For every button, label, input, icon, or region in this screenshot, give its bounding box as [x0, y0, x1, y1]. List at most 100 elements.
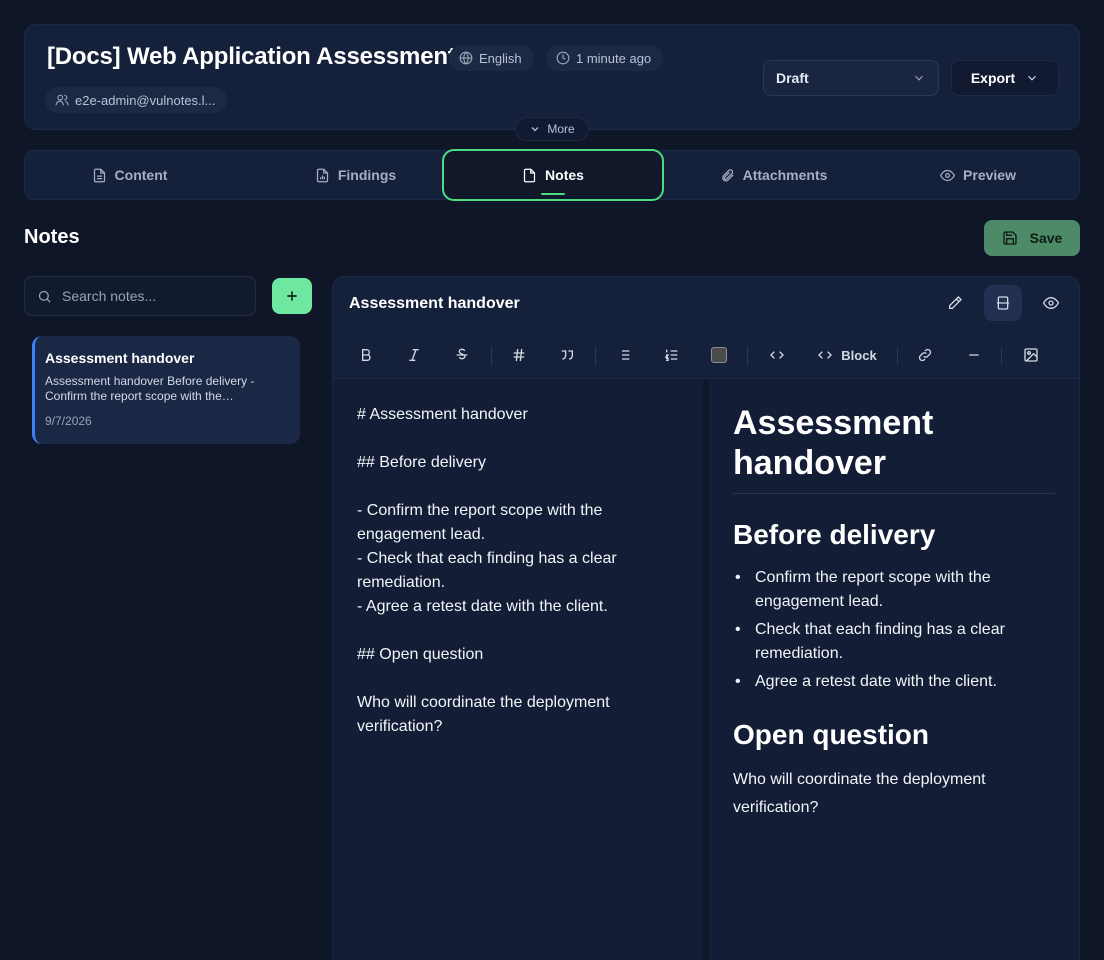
list-item: Confirm the report scope with the engage…: [733, 566, 1055, 614]
note-item-date: 9/7/2026: [45, 414, 92, 428]
numbered-list-button[interactable]: [656, 339, 688, 371]
clock-icon: [556, 51, 570, 65]
edit-mode-button[interactable]: [936, 285, 974, 321]
preview-heading-2: Before delivery: [733, 519, 936, 550]
inline-code-button[interactable]: [761, 339, 793, 371]
code-icon: [817, 347, 833, 363]
editor-title: Assessment handover: [349, 295, 520, 312]
heading-button[interactable]: [503, 339, 535, 371]
split-view-icon: [995, 295, 1011, 311]
tab-label: Content: [114, 167, 168, 183]
tab-findings[interactable]: Findings: [251, 151, 460, 199]
chevron-down-icon: [1025, 71, 1039, 85]
tab-label: Findings: [337, 167, 397, 183]
list-item: Agree a retest date with the client.: [733, 670, 1055, 694]
report-tabs: Content Findings Notes Attachments Previ…: [24, 149, 1080, 201]
note-item-title: Assessment handover: [45, 350, 195, 366]
export-button[interactable]: Export: [951, 60, 1059, 96]
list-item: Check that each finding has a clear reme…: [733, 618, 1055, 666]
page-title: [Docs] Web Application Assessment: [47, 43, 456, 70]
preview-list: Confirm the report scope with the engage…: [733, 566, 1055, 694]
toolbar-divider: [747, 347, 748, 365]
plus-icon: [284, 288, 300, 304]
link-icon: [917, 347, 933, 363]
language-badge[interactable]: English: [449, 45, 534, 71]
save-button[interactable]: Save: [984, 220, 1080, 256]
globe-icon: [459, 51, 473, 65]
preview-paragraph: Who will coordinate the deployment verif…: [733, 771, 986, 816]
language-label: English: [479, 50, 522, 66]
search-input[interactable]: [62, 288, 232, 304]
export-label: Export: [970, 70, 1016, 86]
bullet-list-button[interactable]: [608, 339, 640, 371]
save-icon: [1002, 230, 1018, 246]
preview-heading-1: Assessment handover: [733, 403, 1055, 494]
chevron-down-icon: [912, 71, 926, 85]
save-label: Save: [1029, 230, 1063, 246]
status-select[interactable]: Draft: [763, 60, 939, 96]
bullet-list-icon: [616, 347, 632, 363]
toolbar-divider: [1001, 347, 1002, 365]
note-editor: Assessment handover Block # Assessment h…: [332, 276, 1080, 960]
note-item-snippet: Assessment handover Before delivery - Co…: [45, 374, 255, 403]
image-button[interactable]: [1015, 339, 1047, 371]
document-icon: [92, 168, 107, 183]
user-label: e2e-admin@vulnotes.l...: [75, 92, 216, 108]
markdown-preview: Assessment handover Before delivery Conf…: [709, 379, 1079, 960]
image-icon: [1023, 347, 1039, 363]
toolbar-divider: [595, 347, 596, 365]
notes-heading: Notes: [24, 226, 80, 248]
italic-icon: [406, 347, 422, 363]
user-badge[interactable]: e2e-admin@vulnotes.l...: [45, 87, 228, 113]
file-chart-icon: [315, 168, 330, 183]
code-block-button[interactable]: Block: [811, 339, 883, 371]
code-icon: [769, 347, 785, 363]
users-icon: [55, 93, 69, 107]
status-value: Draft: [776, 70, 809, 86]
markdown-source-editor[interactable]: # Assessment handover ## Before delivery…: [333, 379, 703, 960]
eye-icon: [940, 168, 956, 183]
italic-button[interactable]: [398, 339, 430, 371]
split-mode-button[interactable]: [984, 285, 1022, 321]
search-icon: [37, 289, 52, 304]
quote-button[interactable]: [551, 339, 583, 371]
minus-icon: [966, 347, 982, 363]
tab-attachments[interactable]: Attachments: [669, 151, 878, 199]
bold-button[interactable]: [350, 339, 382, 371]
active-tab-indicator: [541, 193, 565, 195]
strikethrough-button[interactable]: [446, 339, 478, 371]
tab-label: Attachments: [742, 167, 828, 183]
chevron-down-icon: [529, 123, 541, 135]
updated-badge: 1 minute ago: [546, 45, 664, 71]
add-note-button[interactable]: [272, 278, 312, 314]
preview-heading-2: Open question: [733, 719, 929, 750]
tab-preview[interactable]: Preview: [878, 151, 1078, 199]
toolbar-divider: [897, 347, 898, 365]
code-block-label: Block: [841, 347, 877, 363]
eye-icon: [1043, 295, 1059, 311]
more-label: More: [547, 122, 575, 136]
search-notes-field[interactable]: [24, 276, 256, 316]
tab-content[interactable]: Content: [25, 151, 234, 199]
preview-mode-button[interactable]: [1032, 285, 1070, 321]
tab-label: Preview: [963, 167, 1016, 183]
tab-notes[interactable]: Notes: [442, 149, 664, 201]
pencil-icon: [947, 295, 963, 311]
note-list-item[interactable]: Assessment handover Assessment handover …: [32, 336, 300, 444]
report-header: [Docs] Web Application Assessment Englis…: [24, 24, 1080, 130]
updated-label: 1 minute ago: [576, 50, 652, 66]
note-icon: [522, 168, 537, 183]
tab-label: Notes: [545, 167, 584, 183]
quote-icon: [559, 347, 575, 363]
toolbar-divider: [491, 347, 492, 365]
color-swatch: [711, 347, 727, 363]
more-toggle-button[interactable]: More: [515, 117, 589, 141]
strikethrough-icon: [454, 347, 470, 363]
bold-icon: [358, 347, 374, 363]
text-color-button[interactable]: [703, 339, 735, 371]
hash-icon: [511, 347, 527, 363]
horizontal-rule-button[interactable]: [958, 339, 990, 371]
formatting-toolbar: Block: [333, 333, 1079, 379]
numbered-list-icon: [664, 347, 680, 363]
link-button[interactable]: [909, 339, 941, 371]
